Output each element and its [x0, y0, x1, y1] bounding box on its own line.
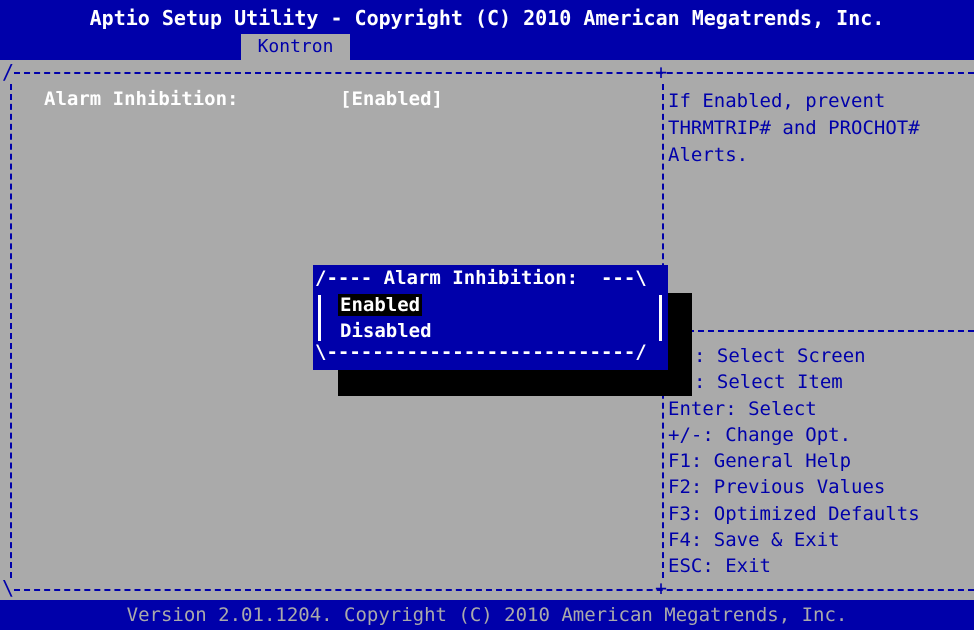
frame-corner-top-left: / — [2, 60, 15, 84]
alarm-inhibition-label: Alarm Inhibition: — [44, 88, 239, 110]
help-keys-divider — [668, 330, 974, 332]
key-change-opt: +/-: Change Opt. — [668, 423, 852, 446]
frame-junction-bottom: + — [655, 576, 668, 600]
key-select-item: : Select Item — [694, 371, 843, 394]
popup-right-border — [659, 295, 662, 341]
alarm-inhibition-popup: /---- Alarm Inhibition: ---\ Enabled Dis… — [313, 265, 668, 370]
help-line: Alerts. — [668, 144, 749, 166]
popup-bottom-border: \---------------------------/ — [315, 341, 647, 363]
frame-top-line — [14, 72, 974, 74]
header-title: Aptio Setup Utility - Copyright (C) 2010… — [89, 6, 885, 30]
popup-left-border — [318, 295, 321, 341]
key-legend: : Select Screen : Select Item Enter: Sel… — [668, 343, 920, 580]
key-select-screen: : Select Screen — [694, 345, 866, 367]
help-line: If Enabled, prevent — [668, 90, 886, 112]
key-enter: Enter: Select — [668, 397, 817, 420]
key-f3: F3: Optimized Defaults — [668, 502, 920, 525]
footer-version: Version 2.01.1204. Copyright (C) 2010 Am… — [0, 600, 974, 630]
frame-bottom-line — [14, 589, 974, 591]
help-text: If Enabled, prevent THRMTRIP# and PROCHO… — [668, 88, 920, 169]
option-disabled[interactable]: Disabled — [338, 320, 434, 342]
help-line: THRMTRIP# and PROCHOT# — [668, 117, 920, 139]
key-f2: F2: Previous Values — [668, 476, 886, 499]
frame-corner-bottom-left: \ — [2, 576, 15, 600]
header-bar: Aptio Setup Utility - Copyright (C) 2010… — [0, 0, 974, 60]
key-f4: F4: Save & Exit — [668, 529, 840, 552]
tab-kontron[interactable]: Kontron — [241, 34, 350, 60]
frame-junction-top: + — [655, 60, 668, 84]
alarm-inhibition-value[interactable]: [Enabled] — [340, 88, 443, 110]
popup-title: /---- Alarm Inhibition: ---\ — [315, 267, 647, 289]
popup-shadow-overlap — [668, 343, 690, 395]
option-enabled[interactable]: Enabled — [338, 294, 423, 316]
frame-left-border — [10, 84, 12, 578]
key-f1: F1: General Help — [668, 450, 852, 473]
bios-screen: Aptio Setup Utility - Copyright (C) 2010… — [0, 0, 974, 630]
key-esc: ESC: Exit — [668, 555, 771, 578]
